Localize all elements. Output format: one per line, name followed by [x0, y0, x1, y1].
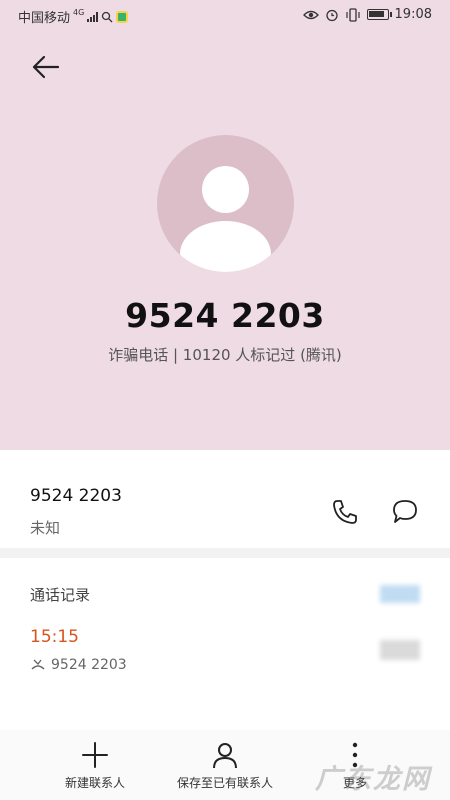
status-bar: 中国移动 4G 19:08	[0, 0, 450, 32]
vibrate-icon	[345, 7, 360, 22]
call-log-section: 通话记录 15:15 9524 2203	[0, 558, 450, 730]
contact-row: 9524 2203 未知	[0, 450, 450, 548]
call-log-time: 15:15	[30, 627, 79, 647]
call-log-more-link[interactable]	[380, 585, 420, 603]
missed-call-icon	[31, 659, 45, 670]
contact-number: 9524 2203	[30, 486, 122, 506]
plus-icon	[82, 742, 108, 768]
avatar-body	[180, 221, 271, 272]
alarm-icon	[325, 9, 338, 21]
clock-time: 19:08	[394, 7, 432, 22]
section-divider	[0, 548, 450, 558]
contact-location: 未知	[30, 519, 61, 537]
battery-icon	[366, 9, 392, 20]
message-icon	[393, 500, 417, 523]
message-button[interactable]	[390, 497, 420, 527]
call-button[interactable]	[330, 497, 360, 527]
app-notification-icon	[116, 10, 129, 23]
signal-icon	[87, 11, 99, 22]
call-log-title: 通话记录	[30, 586, 91, 604]
watermark-text: 广东龙网	[315, 764, 431, 795]
eye-icon	[302, 10, 319, 19]
status-left: 中国移动 4G	[18, 7, 129, 26]
back-button[interactable]	[28, 50, 64, 84]
new-contact-label: 新建联系人	[64, 776, 125, 790]
phone-icon	[333, 500, 357, 524]
network-type: 4G	[73, 7, 85, 17]
arrow-left-icon	[32, 55, 60, 79]
carrier-label: 中国移动	[18, 11, 71, 26]
caller-number: 9524 2203	[125, 296, 325, 335]
call-log-detail	[380, 640, 420, 660]
new-contact-button[interactable]: 新建联系人	[45, 730, 145, 800]
search-icon	[102, 11, 113, 22]
status-right: 19:08	[302, 7, 432, 22]
call-log-number: 9524 2203	[51, 657, 127, 673]
save-to-existing-contact-button[interactable]: 保存至已有联系人	[160, 730, 290, 800]
avatar-head	[202, 166, 249, 213]
person-outline-icon	[213, 743, 237, 769]
save-to-existing-label: 保存至已有联系人	[176, 776, 273, 790]
caller-tag-info: 诈骗电话 | 10120 人标记过 (腾讯)	[108, 346, 342, 364]
call-log-entry[interactable]: 9524 2203	[30, 657, 127, 673]
person-icon	[157, 135, 294, 272]
